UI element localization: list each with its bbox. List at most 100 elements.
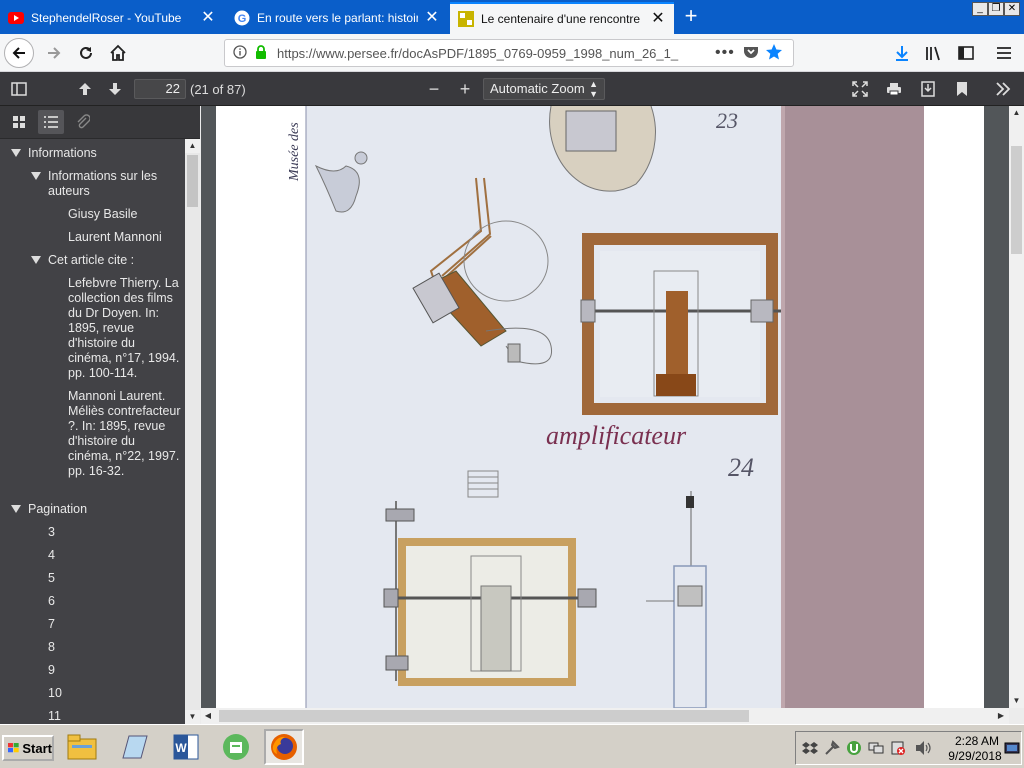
system-tray: 2:28 AM 9/29/2018 [795, 731, 1022, 765]
document-outline: Informations Informations sur les auteur… [0, 139, 185, 724]
viewer-horizontal-scrollbar[interactable]: ◀ ▶ [201, 708, 1009, 724]
download-icon[interactable] [888, 39, 916, 67]
outline-item-page[interactable]: 10 [48, 686, 62, 701]
zoom-out-icon[interactable]: − [421, 76, 447, 102]
collapse-triangle-icon[interactable] [11, 505, 21, 513]
network-icon[interactable] [868, 740, 884, 759]
firefox-icon[interactable] [264, 729, 304, 765]
scroll-left-icon[interactable]: ◀ [201, 709, 215, 723]
outline-item-page[interactable]: 9 [48, 663, 55, 678]
outline-view-icon[interactable] [38, 110, 64, 134]
dropbox-icon[interactable] [802, 740, 818, 759]
tab-google[interactable]: G En route vers le parlant: histoire d ✕ [226, 2, 448, 34]
outline-item-page[interactable]: 11 [48, 709, 61, 724]
outline-item-citation[interactable]: Lefebvre Thierry. La collection des film… [68, 276, 182, 381]
reload-icon[interactable] [72, 39, 100, 67]
windows-logo-icon [8, 743, 19, 753]
tab-youtube[interactable]: StephendelRoser - YouTube ✕ [0, 2, 224, 34]
presentation-mode-icon[interactable] [847, 76, 873, 102]
bookmark-star-icon[interactable] [765, 43, 789, 64]
notepad-icon[interactable] [114, 729, 154, 765]
scrollbar-thumb[interactable] [219, 710, 749, 722]
tools-tray-icon[interactable] [824, 740, 840, 759]
menu-icon[interactable] [990, 39, 1018, 67]
close-tab-icon[interactable]: ✕ [424, 10, 440, 26]
pocket-icon[interactable] [743, 45, 765, 62]
zoom-in-icon[interactable]: + [452, 76, 478, 102]
pdf-page: Musée des 23 amplificateur 24 [216, 106, 984, 708]
scroll-up-icon[interactable]: ▲ [1009, 106, 1024, 120]
word-icon[interactable]: W [166, 729, 206, 765]
volume-icon[interactable] [914, 740, 932, 759]
next-page-icon[interactable] [102, 76, 128, 102]
outline-item-page[interactable]: 4 [48, 548, 55, 563]
clock-time[interactable]: 2:28 AM [954, 734, 1000, 748]
outline-item-cited-by[interactable]: Cet article cite : [48, 253, 178, 268]
outline-item-authors-info[interactable]: Informations sur les auteurs [48, 169, 176, 199]
thumbnails-view-icon[interactable] [6, 110, 32, 134]
home-icon[interactable] [104, 39, 132, 67]
save-pdf-icon[interactable] [915, 76, 941, 102]
url-bar[interactable]: https://www.persee.fr/docAsPDF/1895_0769… [224, 39, 794, 67]
pdf-viewer[interactable]: Musée des 23 amplificateur 24 [201, 106, 1009, 708]
select-arrows-icon: ▲ ▼ [589, 79, 598, 99]
outline-item-page[interactable]: 7 [48, 617, 55, 632]
outline-item-page[interactable]: 8 [48, 640, 55, 655]
page-actions-icon[interactable]: ••• [715, 44, 739, 62]
youtube-icon [8, 10, 24, 26]
forward-icon[interactable] [40, 39, 68, 67]
tab-title: StephendelRoser - YouTube [31, 11, 182, 25]
navigation-bar: https://www.persee.fr/docAsPDF/1895_0769… [0, 34, 1024, 72]
show-desktop-icon[interactable] [1004, 740, 1020, 759]
minimize-icon[interactable]: _ [972, 2, 988, 16]
bookmark-icon[interactable] [949, 76, 975, 102]
close-tab-icon[interactable]: ✕ [650, 11, 666, 27]
sidebar-toggle-icon[interactable] [952, 39, 980, 67]
utorrent-icon[interactable] [846, 740, 862, 759]
viewer-vertical-scrollbar[interactable]: ▲ ▼ [1009, 106, 1024, 708]
svg-text:W: W [175, 741, 187, 755]
outline-item-page[interactable]: 3 [48, 525, 55, 540]
collapse-triangle-icon[interactable] [31, 256, 41, 264]
outline-item-author[interactable]: Laurent Mannoni [68, 230, 178, 245]
sidebar-scrollbar[interactable]: ▲ ▼ [185, 139, 200, 724]
print-icon[interactable] [881, 76, 907, 102]
outline-item-pagination[interactable]: Pagination [28, 502, 178, 517]
figure-number: 24 [728, 453, 754, 482]
zoom-select[interactable]: Automatic Zoom ▲ ▼ [483, 78, 605, 100]
attachments-view-icon[interactable] [70, 110, 96, 134]
previous-page-icon[interactable] [72, 76, 98, 102]
library-icon[interactable] [920, 39, 948, 67]
new-tab-icon[interactable]: + [678, 4, 704, 30]
toggle-sidebar-icon[interactable] [6, 76, 32, 102]
outline-item-informations[interactable]: Informations [28, 146, 178, 161]
pdf-toolbar: 22 (21 of 87) − + Automatic Zoom ▲ ▼ [0, 72, 1024, 106]
close-tab-icon[interactable]: ✕ [200, 10, 216, 26]
file-explorer-icon[interactable] [62, 729, 102, 765]
collapse-triangle-icon[interactable] [11, 149, 21, 157]
collapse-triangle-icon[interactable] [31, 172, 41, 180]
close-window-icon[interactable]: ✕ [1004, 2, 1020, 16]
printer-app-icon[interactable] [216, 729, 256, 765]
outline-item-page[interactable]: 5 [48, 571, 55, 586]
start-label: Start [22, 740, 52, 756]
security-alert-icon[interactable] [890, 740, 906, 759]
maximize-icon[interactable]: ❐ [988, 2, 1004, 16]
scrollbar-thumb[interactable] [187, 155, 198, 207]
scrollbar-thumb[interactable] [1011, 146, 1022, 254]
outline-item-page[interactable]: 6 [48, 594, 55, 609]
back-icon[interactable] [4, 38, 34, 68]
clock-date[interactable]: 9/29/2018 [944, 749, 1006, 763]
tab-persee[interactable]: Le centenaire d'une rencontre : Au ✕ [450, 2, 674, 34]
scroll-down-icon[interactable]: ▼ [185, 710, 200, 724]
start-button[interactable]: Start [2, 735, 54, 761]
windows-taskbar: Start W 2:28 AM 9/29/2018 [0, 724, 1024, 768]
page-number-input[interactable]: 22 [134, 79, 186, 99]
tools-icon[interactable] [990, 76, 1016, 102]
outline-item-citation[interactable]: Mannoni Laurent. Méliès contrefacteur ?.… [68, 389, 182, 479]
info-icon[interactable] [233, 44, 251, 62]
scroll-down-icon[interactable]: ▼ [1009, 694, 1024, 708]
scroll-right-icon[interactable]: ▶ [994, 709, 1008, 723]
outline-item-author[interactable]: Giusy Basile [68, 207, 178, 222]
scroll-up-icon[interactable]: ▲ [185, 139, 200, 153]
